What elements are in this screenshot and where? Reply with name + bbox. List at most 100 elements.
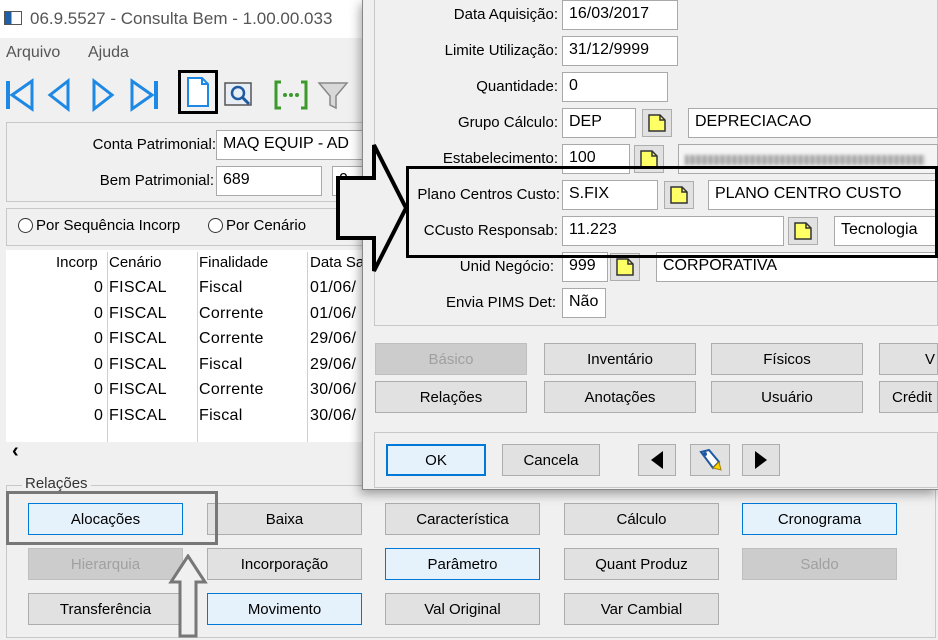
cell-cenario: FISCAL	[109, 381, 167, 398]
cell-finalidade: Corrente	[199, 304, 264, 322]
tab-inventario[interactable]: Inventário	[544, 343, 696, 375]
hierarquia-button[interactable]: Hierarquia	[28, 548, 183, 580]
radio-label: Por Sequência Incorp	[36, 217, 181, 234]
cell-finalidade: Fiscal	[199, 406, 243, 424]
envia-pims-label: Envia PIMS Det:	[445, 294, 556, 311]
cell-cenario: FISCAL	[109, 279, 167, 296]
cronograma-button[interactable]: Cronograma	[742, 503, 897, 535]
limite-utilizacao-field[interactable]: 31/12/9999	[562, 36, 678, 66]
cell-cenario: FISCAL	[109, 355, 167, 373]
cell-cenario: FISCAL	[109, 406, 167, 424]
relacoes-legend: Relações	[22, 475, 91, 492]
calculo-button[interactable]: Cálculo	[564, 503, 719, 535]
grupo-calculo-field[interactable]: DEP	[562, 108, 636, 138]
cell-data: 29/06/	[310, 355, 357, 373]
grupo-calculo-lookup-button[interactable]	[642, 109, 672, 137]
transferencia-button[interactable]: Transferência	[28, 593, 183, 625]
tab-credito[interactable]: Crédit	[879, 381, 938, 413]
menu-arquivo[interactable]: Arquivo	[6, 44, 60, 62]
radio-label: Por Cenário	[226, 217, 307, 234]
cell-incorp: 0	[94, 304, 104, 322]
table-row[interactable]: 0 FISCAL Fiscal 29/06/	[6, 353, 366, 379]
menu-ajuda[interactable]: Ajuda	[88, 44, 129, 62]
column-header-cenario[interactable]: Cenário	[109, 254, 162, 271]
baixa-button[interactable]: Baixa	[207, 503, 362, 535]
next-record-button[interactable]	[742, 444, 780, 476]
cell-finalidade: Fiscal	[199, 279, 243, 296]
up-arrow-icon	[168, 554, 208, 638]
cell-data: 29/06/	[310, 330, 357, 347]
tab-v[interactable]: V	[879, 343, 938, 375]
tab-anotacoes[interactable]: Anotações	[544, 381, 696, 413]
alocacoes-highlight-box	[6, 491, 218, 545]
bem-patrimonial-field[interactable]: 689	[216, 166, 322, 196]
last-icon[interactable]	[126, 76, 164, 114]
column-header-finalidade[interactable]: Finalidade	[199, 254, 268, 271]
cell-incorp: 0	[94, 355, 104, 373]
saldo-button[interactable]: Saldo	[742, 548, 897, 580]
bem-patrimonial-label: Bem Patrimonial:	[99, 172, 214, 189]
val-original-button[interactable]: Val Original	[385, 593, 540, 625]
bem-grid[interactable]: Incorp Cenário Finalidade Data Sa 0 FISC…	[6, 250, 366, 442]
limite-utilizacao-label: Limite Utilização:	[444, 42, 558, 59]
conta-patrimonial-label: Conta Patrimonial:	[92, 136, 216, 153]
window-title: 06.9.5527 - Consulta Bem - 1.00.00.033	[30, 9, 333, 28]
flashlight-icon	[699, 448, 722, 471]
movimento-button[interactable]: Movimento	[207, 593, 362, 625]
search-icon[interactable]	[220, 76, 258, 114]
triangle-left-icon	[651, 451, 663, 469]
scroll-left-icon[interactable]: ‹	[12, 440, 19, 463]
data-aquisicao-field[interactable]: 16/03/2017	[562, 0, 678, 30]
quantidade-label: Quantidade:	[476, 78, 558, 95]
radio-circle-icon	[208, 218, 223, 233]
tab-usuario[interactable]: Usuário	[711, 381, 863, 413]
table-row[interactable]: 0 FISCAL Corrente 01/06/	[6, 302, 366, 328]
cell-data: 01/06/	[310, 279, 357, 296]
cell-data: 30/06/	[310, 406, 357, 424]
cell-data: 30/06/	[310, 381, 357, 398]
table-row[interactable]: 0 FISCAL Fiscal 01/06/	[6, 276, 366, 302]
tab-fisicos[interactable]: Físicos	[711, 343, 863, 375]
cell-incorp: 0	[94, 406, 104, 424]
parametro-button[interactable]: Parâmetro	[385, 548, 540, 580]
triangle-right-icon	[755, 451, 767, 469]
record-navigator-button[interactable]	[690, 444, 730, 476]
highlight-box	[406, 166, 938, 258]
quant-produz-button[interactable]: Quant Produz	[564, 548, 719, 580]
radio-por-cenario[interactable]: Por Cenário	[208, 217, 306, 234]
var-cambial-button[interactable]: Var Cambial	[564, 593, 719, 625]
caracteristica-button[interactable]: Característica	[385, 503, 540, 535]
quantidade-field[interactable]: 0	[562, 72, 668, 102]
cell-finalidade: Fiscal	[199, 355, 243, 373]
cell-incorp: 0	[94, 279, 104, 296]
radio-circle-icon	[18, 218, 33, 233]
previous-icon[interactable]	[40, 76, 78, 114]
filter-icon[interactable]	[314, 76, 352, 114]
next-icon[interactable]	[84, 76, 122, 114]
envia-pims-field[interactable]: Não	[562, 288, 606, 318]
grupo-calculo-description: DEPRECIACAO	[688, 108, 938, 138]
cell-cenario: FISCAL	[109, 304, 167, 322]
right-arrow-icon	[336, 144, 409, 272]
ok-button[interactable]: OK	[386, 444, 486, 476]
first-icon[interactable]	[0, 76, 38, 114]
cell-data: 01/06/	[310, 304, 357, 322]
tab-relacoes[interactable]: Relações	[375, 381, 527, 413]
grupo-calculo-label: Grupo Cálculo:	[457, 114, 558, 131]
cell-incorp: 0	[94, 330, 104, 347]
previous-record-button[interactable]	[638, 444, 676, 476]
zoom-icon[interactable]	[272, 76, 310, 114]
cancela-button[interactable]: Cancela	[502, 444, 600, 476]
radio-por-sequencia[interactable]: Por Sequência Incorp	[18, 217, 180, 234]
table-row[interactable]: 0 FISCAL Fiscal 30/06/	[6, 404, 366, 430]
table-row[interactable]: 0 FISCAL Corrente 30/06/	[6, 378, 366, 404]
incorporacao-button[interactable]: Incorporação	[207, 548, 362, 580]
table-row[interactable]: 0 FISCAL Corrente 29/06/	[6, 327, 366, 353]
data-aquisicao-label: Data Aquisição:	[453, 6, 558, 23]
column-header-incorp[interactable]: Incorp	[56, 254, 98, 271]
document-lookup-icon	[616, 258, 634, 276]
grid-horizontal-scrollbar[interactable]: ‹	[6, 440, 366, 464]
cell-incorp: 0	[94, 381, 104, 398]
new-document-icon[interactable]	[178, 70, 218, 114]
tab-basico[interactable]: Básico	[375, 343, 527, 375]
